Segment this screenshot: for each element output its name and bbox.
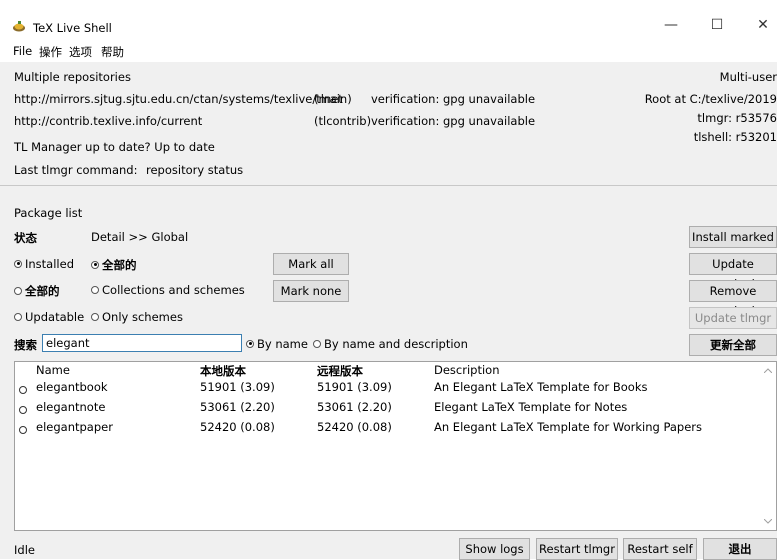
search-input[interactable]: elegant — [42, 334, 242, 352]
radio-only-schemes-label: Only schemes — [102, 310, 183, 324]
row-mark-icon[interactable] — [19, 426, 27, 434]
menu-help[interactable]: 帮助 — [101, 44, 124, 60]
section-divider — [0, 185, 777, 186]
status-text: Idle — [14, 543, 35, 557]
remote-version: 51901 (3.09) — [317, 380, 392, 394]
menu-file[interactable]: File — [13, 44, 32, 58]
radio-dot-icon — [14, 259, 22, 268]
last-command-label: Last tlmgr command: — [14, 163, 138, 177]
radio-dot-icon — [14, 312, 22, 321]
radio-collections-schemes[interactable]: Collections and schemes — [91, 283, 245, 297]
mark-all-button[interactable]: Mark all — [273, 253, 349, 275]
last-command-value: repository status — [146, 163, 244, 177]
repos-header: Multiple repositories — [14, 70, 131, 84]
main-repo-url: http://mirrors.sjtug.sjtu.edu.cn/ctan/sy… — [14, 92, 343, 106]
multi-user-label: Multi-user — [719, 70, 777, 84]
scroll-up-icon[interactable] — [764, 368, 772, 373]
minimize-button[interactable]: — — [648, 10, 694, 40]
package-description: An Elegant LaTeX Template for Books — [434, 380, 648, 394]
install-marked-button[interactable]: Install marked — [689, 226, 777, 248]
contrib-repo-verification: verification: gpg unavailable — [371, 114, 536, 128]
radio-all-status-label: 全部的 — [25, 284, 60, 298]
table-row[interactable]: elegantbook 51901 (3.09) 51901 (3.09) An… — [15, 378, 760, 397]
main-repo-verification: verification: gpg unavailable — [371, 92, 536, 106]
radio-all-status[interactable]: 全部的 — [14, 283, 60, 299]
remote-version: 52420 (0.08) — [317, 420, 392, 434]
package-name: elegantnote — [36, 400, 106, 414]
radio-by-name-desc-label: By name and description — [324, 337, 468, 351]
maximize-button[interactable]: ☐ — [694, 10, 740, 40]
local-version: 51901 (3.09) — [200, 380, 275, 394]
package-name: elegantbook — [36, 380, 108, 394]
tlmgr-revision: tlmgr: r53576 — [697, 111, 777, 125]
restart-self-button[interactable]: Restart self — [623, 538, 697, 560]
close-icon: ✕ — [757, 17, 769, 33]
update-tlmgr-button[interactable]: Update tlmgr — [689, 307, 777, 329]
tlshell-revision: tlshell: r53201 — [693, 130, 777, 144]
package-description: Elegant LaTeX Template for Notes — [434, 400, 628, 414]
detail-global-label: Detail >> Global — [91, 230, 189, 244]
radio-updatable-label: Updatable — [25, 310, 85, 324]
local-version: 52420 (0.08) — [200, 420, 275, 434]
menu-options[interactable]: 选项 — [69, 44, 92, 60]
contrib-repo-tag: (tlcontrib) — [314, 114, 372, 128]
quit-button[interactable]: 退出 — [703, 538, 777, 560]
column-header-description[interactable]: Description — [434, 363, 500, 377]
radio-dot-icon — [91, 285, 99, 294]
title-bar: TeX Live Shell — ☐ ✕ — [0, 0, 777, 40]
search-label: 搜索 — [14, 338, 37, 352]
menu-bar: File 操作 选项 帮助 — [0, 40, 777, 62]
radio-all-packages[interactable]: 全部的 — [91, 257, 137, 273]
local-version: 53061 (2.20) — [200, 400, 275, 414]
radio-dot-icon — [313, 339, 321, 348]
tlm-up-to-date-status: TL Manager up to date? Up to date — [14, 140, 215, 154]
restart-tlmgr-button[interactable]: Restart tlmgr — [536, 538, 618, 560]
table-row[interactable]: elegantnote 53061 (2.20) 53061 (2.20) El… — [15, 398, 760, 417]
radio-installed[interactable]: Installed — [14, 257, 74, 271]
status-label: 状态 — [14, 231, 37, 245]
radio-dot-icon — [91, 312, 99, 321]
radio-only-schemes[interactable]: Only schemes — [91, 310, 183, 324]
row-mark-icon[interactable] — [19, 406, 27, 414]
tex-live-app-icon — [13, 21, 25, 32]
radio-by-name[interactable]: By name — [246, 337, 308, 351]
update-marked-button[interactable]: Update marked — [689, 253, 777, 291]
vertical-scrollbar[interactable] — [760, 362, 776, 530]
mark-none-button[interactable]: Mark none — [273, 280, 349, 302]
menu-operations[interactable]: 操作 — [39, 44, 62, 60]
contrib-repo-url: http://contrib.texlive.info/current — [14, 114, 203, 128]
radio-all-packages-label: 全部的 — [102, 258, 137, 272]
package-list-heading: Package list — [14, 206, 83, 220]
package-table: Name 本地版本 远程版本 Description elegantbook 5… — [14, 361, 777, 531]
package-name: elegantpaper — [36, 420, 113, 434]
update-all-button[interactable]: 更新全部 — [689, 334, 777, 356]
table-row[interactable]: elegantpaper 52420 (0.08) 52420 (0.08) A… — [15, 418, 760, 437]
package-description: An Elegant LaTeX Template for Working Pa… — [434, 420, 702, 434]
window-title: TeX Live Shell — [33, 21, 112, 35]
column-header-name[interactable]: Name — [36, 363, 70, 377]
column-header-local-version[interactable]: 本地版本 — [200, 363, 246, 379]
remove-marked-button[interactable]: Remove marked — [689, 280, 777, 318]
root-path-label: Root at C:/texlive/2019 — [644, 92, 777, 106]
radio-collections-label: Collections and schemes — [102, 283, 245, 297]
scroll-down-icon[interactable] — [764, 519, 772, 524]
radio-dot-icon — [14, 286, 22, 295]
minimize-icon: — — [664, 17, 678, 33]
maximize-icon: ☐ — [710, 17, 724, 33]
radio-dot-icon — [246, 339, 254, 348]
main-repo-tag: (main) — [314, 92, 352, 106]
row-mark-icon[interactable] — [19, 386, 27, 394]
radio-by-name-and-description[interactable]: By name and description — [313, 337, 468, 351]
show-logs-button[interactable]: Show logs — [459, 538, 530, 560]
radio-dot-icon — [91, 260, 99, 269]
radio-updatable[interactable]: Updatable — [14, 310, 84, 324]
radio-installed-label: Installed — [25, 257, 74, 271]
remote-version: 53061 (2.20) — [317, 400, 392, 414]
radio-by-name-label: By name — [257, 337, 308, 351]
close-button[interactable]: ✕ — [740, 10, 777, 40]
column-header-remote-version[interactable]: 远程版本 — [317, 363, 363, 379]
